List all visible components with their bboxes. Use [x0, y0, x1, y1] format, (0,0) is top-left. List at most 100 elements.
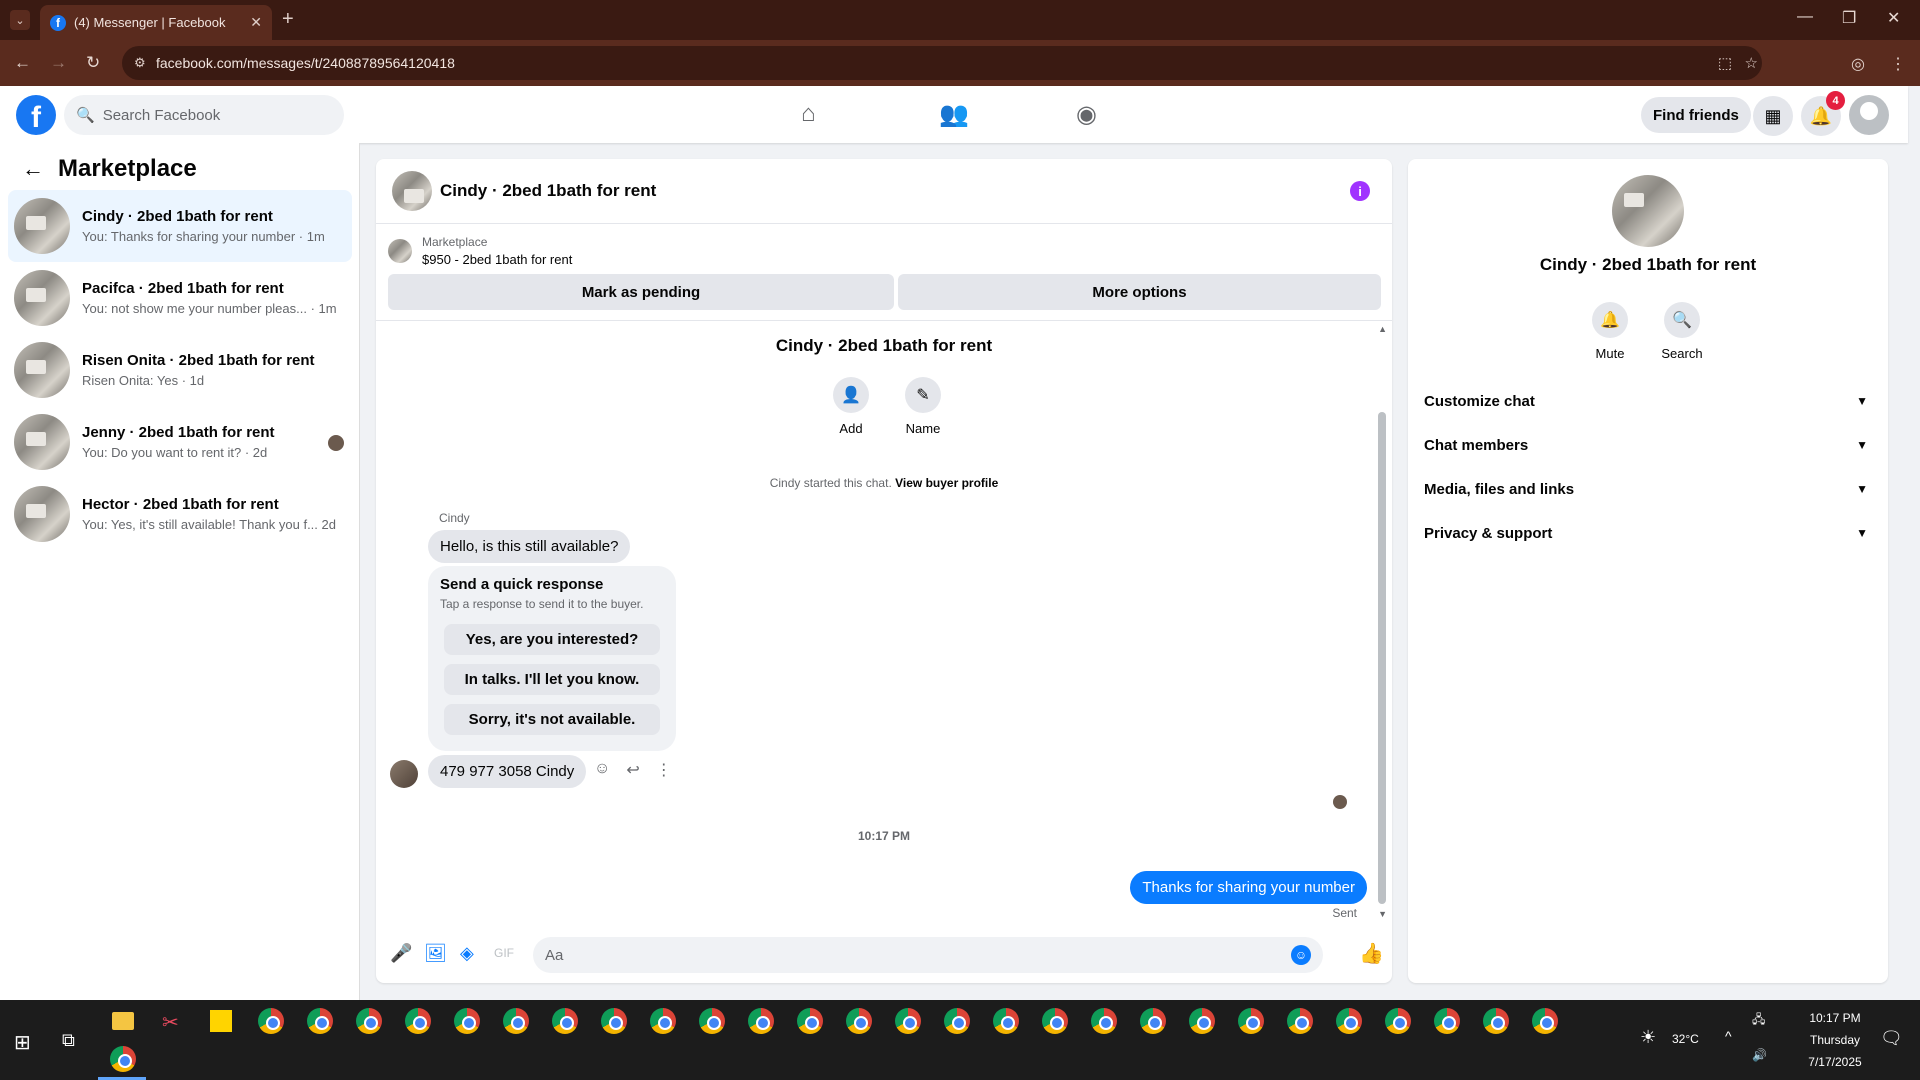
emoji-icon[interactable]: ☺	[1291, 945, 1311, 965]
clock-time[interactable]: 10:17 PM	[1800, 1011, 1870, 1025]
url-field[interactable]: ⚙ facebook.com/messages/t/24088789564120…	[122, 46, 1762, 80]
notifications-bell-icon[interactable]: 🔔 4	[1801, 91, 1845, 136]
reply-icon[interactable]: ↩	[626, 760, 639, 780]
bookmark-star-icon[interactable]: ☆	[1745, 54, 1758, 72]
add-person-button[interactable]: 👤 Add	[821, 377, 881, 436]
sticky-notes-icon[interactable]	[210, 1010, 232, 1032]
chrome-taskbar-icon[interactable]	[405, 1008, 431, 1034]
gif-icon[interactable]: GIF	[494, 946, 514, 960]
chrome-taskbar-icon[interactable]	[1091, 1008, 1117, 1034]
friends-icon[interactable]: 👥	[939, 100, 969, 129]
clock-date[interactable]: 7/17/2025	[1800, 1055, 1870, 1069]
chrome-active-icon[interactable]	[110, 1046, 136, 1072]
install-app-icon[interactable]: ⬚	[1718, 54, 1732, 72]
notification-center-icon[interactable]: 🗨	[1880, 1028, 1903, 1049]
snipping-tool-icon[interactable]: ✂	[162, 1010, 179, 1035]
chrome-taskbar-icon[interactable]	[1140, 1008, 1166, 1034]
browser-menu-icon[interactable]: ⋮	[1890, 54, 1906, 74]
info-icon[interactable]: i	[1350, 181, 1370, 201]
back-icon[interactable]: ←	[14, 53, 31, 73]
task-view-icon[interactable]: ⧉	[62, 1030, 75, 1051]
chrome-taskbar-icon[interactable]	[503, 1008, 529, 1034]
chrome-taskbar-icon[interactable]	[1483, 1008, 1509, 1034]
more-options-button[interactable]: More options	[898, 274, 1381, 310]
facebook-logo-icon[interactable]: f	[16, 95, 56, 135]
chrome-taskbar-icon[interactable]	[846, 1008, 872, 1034]
customize-chat-section[interactable]: Customize chat ▼	[1424, 379, 1872, 423]
chrome-taskbar-icon[interactable]	[1287, 1008, 1313, 1034]
new-tab-icon[interactable]: +	[282, 8, 294, 31]
chrome-taskbar-icon[interactable]	[1434, 1008, 1460, 1034]
message-input[interactable]: Aa ☺	[533, 937, 1323, 973]
conversation-item-cindy[interactable]: Cindy · 2bed 1bath for rent You: Thanks …	[8, 190, 352, 262]
chrome-taskbar-icon[interactable]	[356, 1008, 382, 1034]
photo-icon[interactable]: 🖼	[424, 943, 447, 964]
view-buyer-profile-link[interactable]: View buyer profile	[895, 476, 998, 490]
chrome-taskbar-icon[interactable]	[258, 1008, 284, 1034]
chrome-taskbar-icon[interactable]	[1336, 1008, 1362, 1034]
volume-icon[interactable]: 🔊	[1752, 1048, 1767, 1062]
groups-icon[interactable]: ◉	[1076, 100, 1097, 129]
media-files-links-section[interactable]: Media, files and links ▼	[1424, 467, 1872, 511]
scroll-down-icon[interactable]: ▼	[1378, 909, 1387, 919]
account-avatar[interactable]	[1849, 95, 1889, 135]
network-icon[interactable]: 🖧	[1752, 1010, 1765, 1031]
conversation-item-hector[interactable]: Hector · 2bed 1bath for rent You: Yes, i…	[8, 478, 352, 550]
sticker-icon[interactable]: ◈	[460, 943, 474, 964]
forward-icon[interactable]: →	[50, 53, 67, 73]
chrome-taskbar-icon[interactable]	[748, 1008, 774, 1034]
react-icon[interactable]: ☺	[594, 760, 610, 780]
chrome-taskbar-icon[interactable]	[601, 1008, 627, 1034]
browser-tab[interactable]: f (4) Messenger | Facebook ✕	[40, 5, 272, 40]
quick-response-button[interactable]: Yes, are you interested?	[444, 624, 660, 655]
privacy-support-section[interactable]: Privacy & support ▼	[1424, 511, 1872, 555]
chrome-taskbar-icon[interactable]	[307, 1008, 333, 1034]
chrome-taskbar-icon[interactable]	[1385, 1008, 1411, 1034]
conversation-item-pacifca[interactable]: Pacifca · 2bed 1bath for rent You: not s…	[8, 262, 352, 334]
tab-search-icon[interactable]: ⌄	[10, 10, 30, 30]
back-arrow-icon[interactable]: ←	[22, 156, 44, 182]
search-in-chat-button[interactable]: 🔍 Search	[1652, 302, 1712, 361]
minimize-icon[interactable]: —	[1797, 8, 1813, 26]
quick-response-button[interactable]: In talks. I'll let you know.	[444, 664, 660, 695]
edit-name-button[interactable]: ✎ Name	[893, 377, 953, 436]
chat-members-section[interactable]: Chat members ▼	[1424, 423, 1872, 467]
chrome-taskbar-icon[interactable]	[797, 1008, 823, 1034]
sender-avatar[interactable]	[390, 760, 418, 788]
scroll-up-icon[interactable]: ▲	[1378, 324, 1387, 334]
chrome-taskbar-icon[interactable]	[1042, 1008, 1068, 1034]
clock-day[interactable]: Thursday	[1800, 1033, 1870, 1047]
chrome-taskbar-icon[interactable]	[993, 1008, 1019, 1034]
chrome-taskbar-icon[interactable]	[454, 1008, 480, 1034]
chrome-taskbar-icon[interactable]	[944, 1008, 970, 1034]
close-tab-icon[interactable]: ✕	[250, 14, 262, 31]
search-input[interactable]: 🔍 Search Facebook	[64, 95, 344, 135]
temperature[interactable]: 32°C	[1672, 1032, 1699, 1046]
mute-button[interactable]: 🔔 Mute	[1580, 302, 1640, 361]
show-hidden-icons[interactable]: ^	[1725, 1028, 1732, 1044]
microphone-icon[interactable]: 🎤	[390, 943, 412, 964]
find-friends-button[interactable]: Find friends	[1641, 97, 1751, 133]
reload-icon[interactable]: ↻	[86, 53, 100, 73]
home-icon[interactable]: ⌂	[801, 100, 816, 128]
chrome-taskbar-icon[interactable]	[1532, 1008, 1558, 1034]
outgoing-message[interactable]: Thanks for sharing your number	[1130, 871, 1367, 904]
chrome-taskbar-icon[interactable]	[552, 1008, 578, 1034]
chrome-taskbar-icon[interactable]	[895, 1008, 921, 1034]
chrome-taskbar-icon[interactable]	[1189, 1008, 1215, 1034]
windows-start-icon[interactable]: ⊞	[14, 1030, 31, 1055]
conversation-item-risen-onita[interactable]: Risen Onita · 2bed 1bath for rent Risen …	[8, 334, 352, 406]
conversation-item-jenny[interactable]: Jenny · 2bed 1bath for rent You: Do you …	[8, 406, 352, 478]
site-info-icon[interactable]: ⚙	[134, 55, 146, 71]
details-avatar[interactable]	[1612, 175, 1684, 247]
chrome-taskbar-icon[interactable]	[650, 1008, 676, 1034]
chrome-taskbar-icon[interactable]	[699, 1008, 725, 1034]
chat-title[interactable]: Cindy · 2bed 1bath for rent	[440, 181, 656, 201]
close-window-icon[interactable]: ✕	[1887, 8, 1900, 28]
file-explorer-icon[interactable]	[112, 1012, 134, 1030]
like-thumb-icon[interactable]: 👍	[1359, 941, 1384, 966]
profile-icon[interactable]: ◎	[1851, 54, 1865, 74]
quick-response-button[interactable]: Sorry, it's not available.	[444, 704, 660, 735]
chat-avatar[interactable]	[392, 171, 432, 211]
more-icon[interactable]: ⋮	[656, 760, 672, 780]
